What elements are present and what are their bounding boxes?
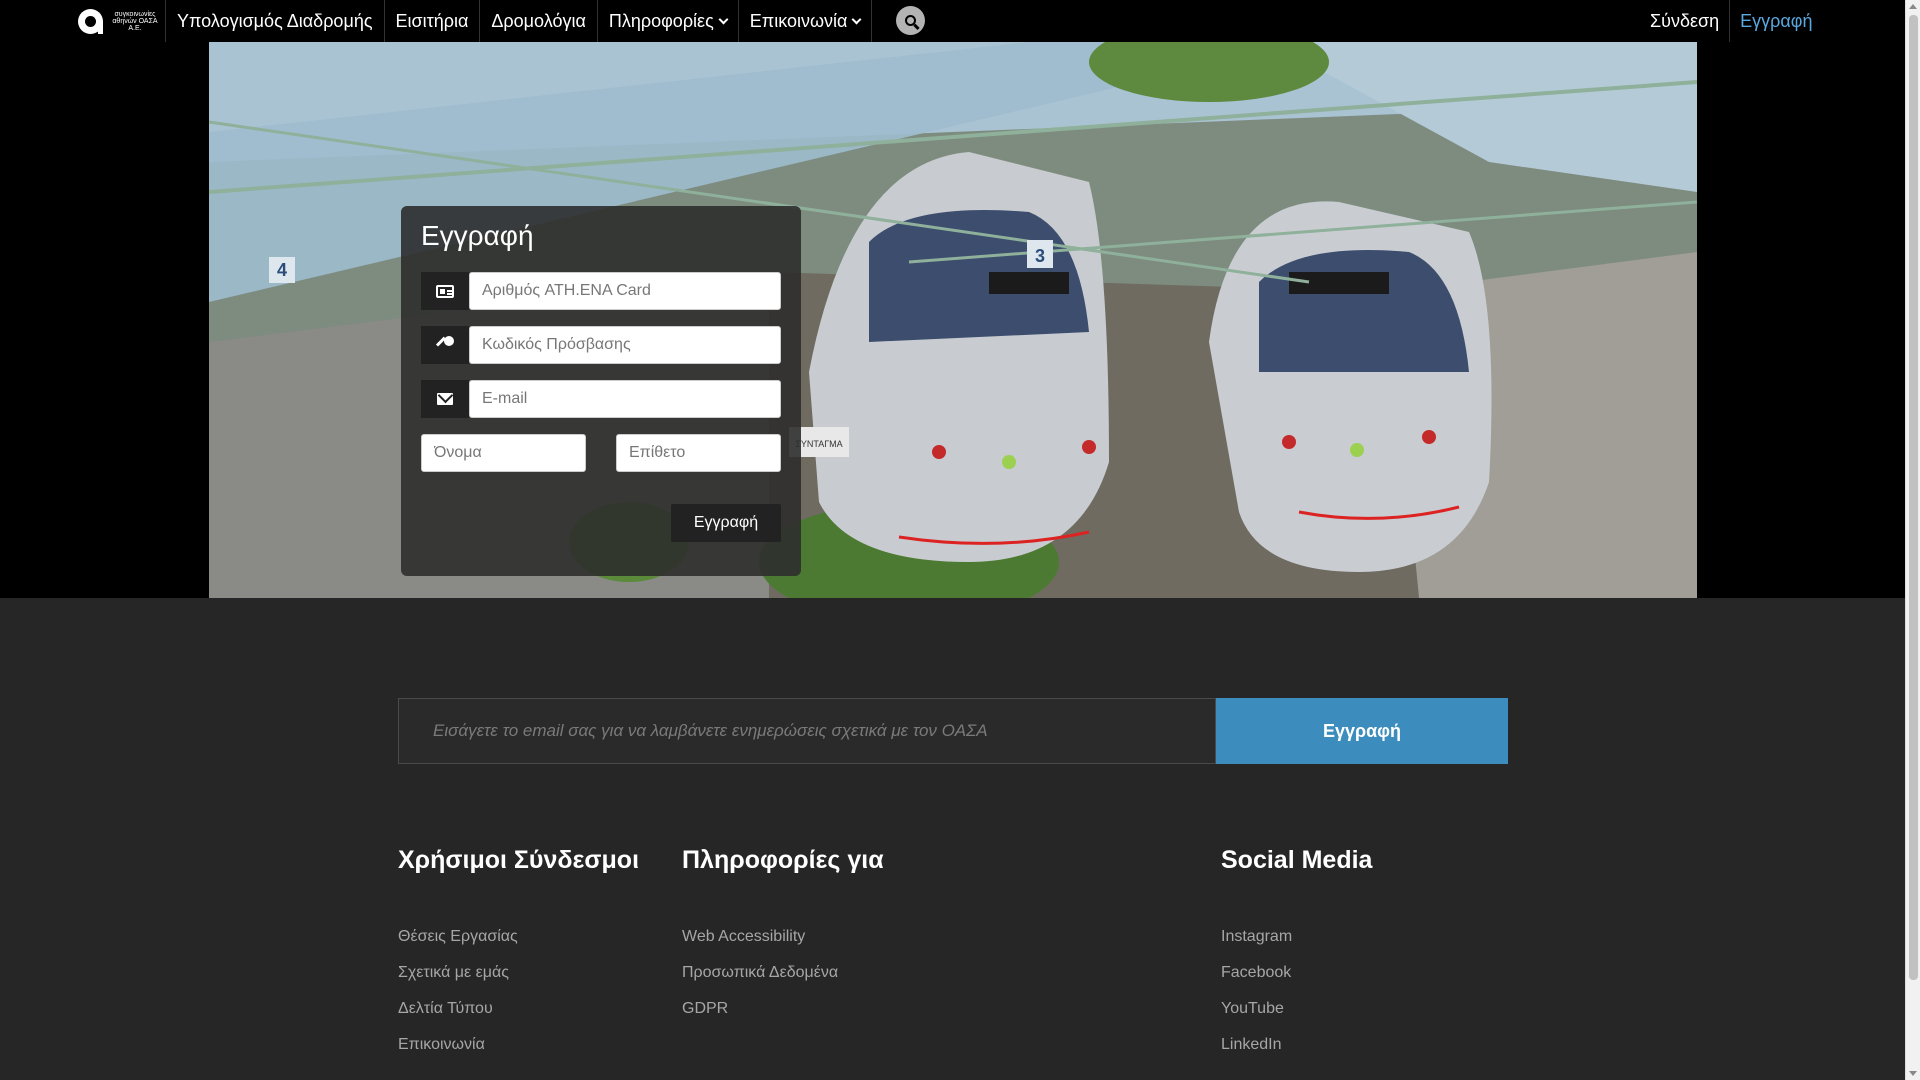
nav-information[interactable]: Πληροφορίες (596, 0, 738, 42)
register-link[interactable]: Εγγραφή (1730, 0, 1822, 42)
newsletter-signup: Εγγραφή (398, 698, 1508, 764)
oasa-logo[interactable]: συγκοινωνίες αθηνών ΟΑΣΑ Α.Ε. (78, 6, 164, 36)
footer-link-youtube[interactable]: YouTube (1221, 999, 1372, 1035)
search-icon (905, 15, 916, 26)
password-row (421, 326, 781, 364)
scrollbar-thumb[interactable] (1909, 15, 1918, 980)
login-link[interactable]: Σύνδεση (1640, 0, 1731, 42)
footer-link-instagram[interactable]: Instagram (1221, 927, 1372, 963)
footer-info: Πληροφορίες για Web Accessibility Προσωπ… (682, 846, 884, 1035)
envelope-icon (437, 393, 453, 405)
password-input[interactable] (469, 326, 781, 364)
nav-route-planner[interactable]: Υπολογισμός Διαδρομής (165, 0, 384, 42)
oasa-logo-icon (78, 8, 103, 34)
platform-number-right: 3 (1035, 246, 1045, 266)
chevron-down-icon (852, 14, 862, 24)
footer-link-jobs[interactable]: Θέσεις Εργασίας (398, 927, 639, 963)
last-name-input[interactable] (616, 434, 781, 472)
first-name-input[interactable] (421, 434, 586, 472)
scroll-down-icon[interactable] (1909, 1071, 1917, 1076)
nav-schedules[interactable]: Δρομολόγια (479, 0, 596, 42)
main-menu: Υπολογισμός Διαδρομής Εισιτήρια Δρομολόγ… (165, 0, 873, 42)
registration-title: Εγγραφή (421, 220, 534, 251)
footer-link-accessibility[interactable]: Web Accessibility (682, 927, 884, 963)
footer-link-press[interactable]: Δελτία Τύπου (398, 999, 639, 1035)
envelope-addon (421, 380, 469, 418)
footer-link-about[interactable]: Σχετικά με εμάς (398, 963, 639, 999)
key-addon (421, 326, 469, 364)
footer-heading-useful-links: Χρήσιμοι Σύνδεσμοι (398, 846, 640, 874)
station-name-sign: ΣΥΝΤΑΓΜΑ (795, 439, 842, 449)
footer-useful-links: Χρήσιμοι Σύνδεσμοι Θέσεις Εργασίας Σχετι… (398, 846, 639, 1071)
logo-text: συγκοινωνίες αθηνών ΟΑΣΑ Α.Ε. (112, 10, 158, 32)
card-number-input[interactable] (469, 272, 781, 310)
nav-contact[interactable]: Επικοινωνία (737, 0, 873, 42)
account-links: Σύνδεση Εγγραφή (1640, 0, 1822, 42)
footer-link-gdpr[interactable]: GDPR (682, 999, 884, 1035)
footer-heading-info: Πληροφορίες για (682, 846, 884, 874)
page-scrollbar[interactable] (1905, 0, 1920, 1080)
footer-social: Social Media Instagram Facebook YouTube … (1221, 846, 1372, 1071)
email-row (421, 380, 781, 418)
scroll-up-icon[interactable] (1909, 4, 1917, 9)
footer-link-contact[interactable]: Επικοινωνία (398, 1035, 639, 1071)
search-button[interactable] (896, 6, 925, 35)
platform-number-left: 4 (277, 260, 287, 280)
email-input[interactable] (469, 380, 781, 418)
key-icon (436, 336, 454, 354)
footer-link-personal-data[interactable]: Προσωπικά Δεδομένα (682, 963, 884, 999)
id-card-icon (436, 284, 454, 298)
card-number-row (421, 272, 781, 310)
registration-form: Εγγραφή Εγγραφή (401, 206, 801, 576)
footer-link-linkedin[interactable]: LinkedIn (1221, 1035, 1372, 1071)
chevron-down-icon (718, 14, 729, 24)
newsletter-email-input[interactable] (398, 698, 1216, 764)
footer-link-facebook[interactable]: Facebook (1221, 963, 1372, 999)
hero-banner: 4 3 ΣΥΝΤΑΓΜΑ Εγγραφή Εγγραφή (0, 42, 1905, 598)
newsletter-subscribe-button[interactable]: Εγγραφή (1216, 698, 1508, 764)
register-submit-button[interactable]: Εγγραφή (671, 504, 781, 542)
id-card-addon (421, 272, 469, 310)
nav-tickets[interactable]: Εισιτήρια (383, 0, 480, 42)
top-navbar: συγκοινωνίες αθηνών ΟΑΣΑ Α.Ε. Υπολογισμό… (0, 0, 1905, 42)
footer-heading-social: Social Media (1221, 846, 1373, 874)
